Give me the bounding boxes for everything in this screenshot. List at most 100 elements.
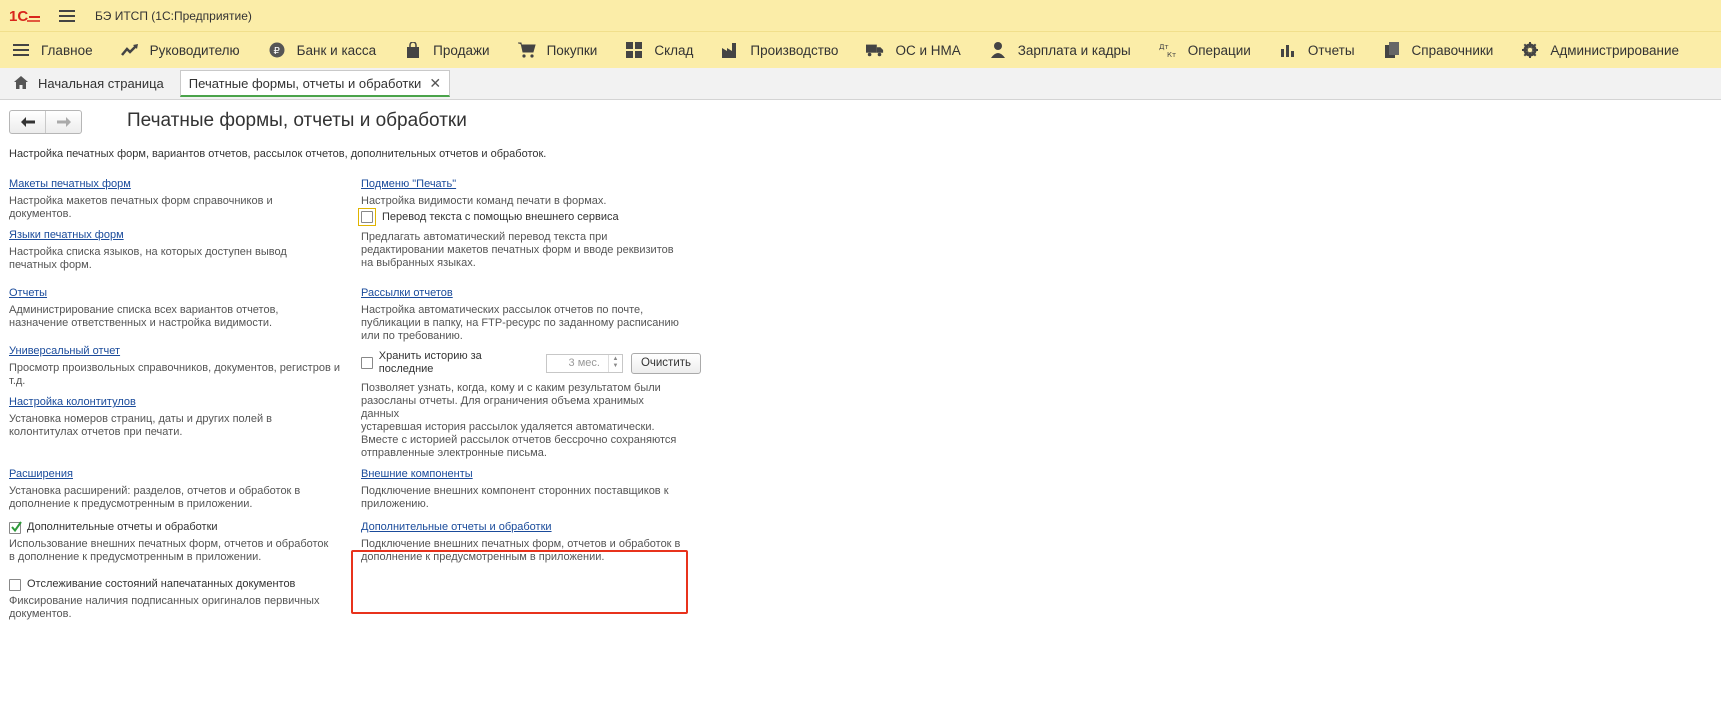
main-menu-icon[interactable] [59,9,75,22]
desc-line: редактировании макетов печатных форм и в… [361,244,674,256]
page-description: Настройка печатных форм, вариантов отчет… [9,148,547,160]
section-5[interactable]: Склад [625,41,693,59]
section-1[interactable]: Руководителю [120,41,240,59]
section-9[interactable]: Дт Кт Операции [1159,41,1251,59]
desc-line: Настройка списка языков, на которых дост… [9,246,287,258]
highlight-frame [351,550,688,614]
stepper-arrows-icon[interactable]: ▲ ▼ [607,354,622,372]
translation-checkbox[interactable] [361,211,373,223]
link-report-mailings[interactable]: Рассылки отчетов [361,287,453,299]
tab-home[interactable]: Начальная страница [6,70,172,97]
tracking-label: Отслеживание состояний напечатанных доку… [27,578,296,590]
section-label: Отчеты [1307,42,1355,58]
section-label: Покупки [546,42,598,58]
trend-icon [120,41,139,59]
section-0[interactable]: Главное [12,41,93,59]
additional-reports-label: Дополнительные отчеты и обработки [27,521,218,533]
desc-line: Использование внешних печатных форм, отч… [9,538,329,550]
desc-line: дополнение к предусмотренным в приложени… [9,498,253,510]
history-period-stepper[interactable]: 3 мес. ▲ ▼ [546,353,623,373]
desc-line: данных [361,408,400,420]
section-2[interactable]: ₽ Банк и касса [268,41,376,59]
link-external-components[interactable]: Внешние компоненты [361,468,473,480]
tab-print-forms[interactable]: Печатные формы, отчеты и обработки ✕ [179,70,451,97]
desc-line: Вместе с историей рассылок отчетов бесср… [361,434,677,446]
debit-credit-icon: Дт Кт [1159,41,1177,59]
section-label: ОС и НМА [895,42,961,58]
desc-line: разосланы отчеты. Для ограничения объема… [361,395,644,407]
section-12[interactable]: Администрирование [1521,41,1679,59]
desc-line: приложению. [361,498,429,510]
clear-history-button[interactable]: Очистить [630,352,701,374]
truck-icon [866,41,884,59]
link-additional-reports[interactable]: Дополнительные отчеты и обработки [361,521,552,533]
additional-reports-checkbox-row[interactable]: Дополнительные отчеты и обработки [9,520,328,534]
history-row: Хранить историю за последние 3 мес. ▲ ▼ О… [361,350,701,376]
bar-chart-icon [1279,41,1297,59]
tab-bar: Начальная страница Печатные формы, отчет… [0,68,1721,100]
section-6[interactable]: Производство [721,41,838,59]
section-label: Администрирование [1550,42,1680,58]
additional-reports-checkbox[interactable] [9,520,22,534]
section-11[interactable]: Справочники [1383,41,1493,59]
desc-line: Настройка автоматических рассылок отчето… [361,304,644,316]
sections-panel: Главное Руководителю ₽ Банк и касса Продажи П… [0,31,1721,68]
translation-checkbox-focus[interactable] [358,208,376,226]
tab-print-forms-label: Печатные формы, отчеты и обработки [188,75,422,91]
main-content: Печатные формы, отчеты и обработки Настр… [0,100,1721,724]
desc-line: Настройка видимости команд печати в форм… [361,195,607,207]
desc-line: Предлагать автоматический перевод текста… [361,231,608,243]
close-tab-icon[interactable]: ✕ [429,75,441,92]
link-print-submenu[interactable]: Подменю "Печать" [361,178,456,190]
desc-line: на выбранных языках. [361,257,476,269]
desc-line: Администрирование списка всех вариантов … [9,304,279,316]
section-10[interactable]: Отчеты [1279,41,1355,59]
section-label: Зарплата и кадры [1017,42,1131,58]
desc-line: Позволяет узнать, когда, кому и с каким … [361,382,661,394]
desc-line: Установка расширений: разделов, отчетов … [9,485,301,497]
translation-label: Перевод текста с помощью внешнего сервис… [382,210,619,223]
page-title: Печатные формы, отчеты и обработки [127,110,467,131]
home-icon [14,75,28,92]
link-reports[interactable]: Отчеты [9,287,47,299]
tracking-checkbox-row[interactable]: Отслеживание состояний напечатанных доку… [9,578,319,591]
link-headers-footers[interactable]: Настройка колонтитулов [9,396,136,408]
desc-line: Фиксирование наличия подписанных оригина… [9,595,320,607]
desc-line: отправленные электронные письма. [361,447,547,459]
section-7[interactable]: ОС и НМА [866,41,961,59]
section-3[interactable]: Продажи [404,41,490,59]
gear-icon [1521,41,1539,59]
title-bar: 1C БЭ ИТСП (1С:Предприятие) [0,0,1721,31]
tracking-checkbox[interactable] [9,578,21,591]
desc-line: Просмотр произвольных справочников, доку… [9,362,341,374]
desc-line: документов. [9,608,72,620]
svg-text:Кт: Кт [1167,51,1176,58]
desc-line: Установка номеров страниц, даты и других… [9,413,272,425]
history-label: Хранить историю за последние [378,350,482,375]
desc-line: в дополнение к предусмотренным в приложе… [9,551,262,563]
back-button[interactable] [10,111,46,133]
link-print-languages[interactable]: Языки печатных форм [9,229,124,241]
link-universal-report[interactable]: Универсальный отчет [9,345,120,357]
section-label: Склад [654,42,694,58]
section-label: Производство [750,42,839,58]
svg-text:₽: ₽ [273,46,280,57]
tab-home-label: Начальная страница [38,76,164,91]
desc-line: Подключение внешних компонент сторонних … [361,485,669,497]
forward-button[interactable] [46,111,81,133]
link-extensions[interactable]: Расширения [9,468,73,480]
shopping-bag-icon [404,41,422,59]
arrow-right-icon [56,117,71,127]
ruble-coin-icon: ₽ [268,41,286,59]
factory-icon [721,41,739,59]
books-icon [1383,41,1401,59]
link-print-templates[interactable]: Макеты печатных форм [9,178,131,190]
history-checkbox[interactable] [361,357,373,369]
translation-checkbox-row[interactable]: Перевод текста с помощью внешнего сервис… [358,208,674,226]
app-title: БЭ ИТСП (1С:Предприятие) [95,8,252,23]
person-icon [989,41,1007,59]
section-8[interactable]: Зарплата и кадры [989,41,1131,59]
section-4[interactable]: Покупки [517,41,598,59]
section-label: Руководителю [149,42,240,58]
svg-text:1C: 1C [9,8,28,24]
